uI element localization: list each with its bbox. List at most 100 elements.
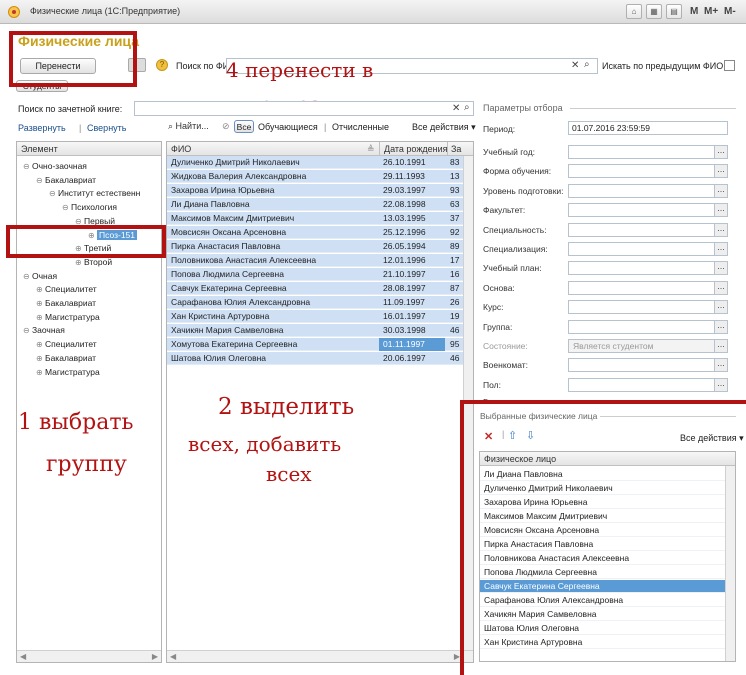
choose-icon[interactable]: … [714,243,727,255]
choose-icon[interactable]: … [714,378,727,391]
middle-all-actions-menu[interactable]: Все действия ▾ [412,122,476,133]
tree-node[interactable]: ⊕ Бакалавриат [17,297,161,310]
tree-expand-icon[interactable]: ⊕ [36,338,45,351]
expand-link[interactable]: Развернуть [18,123,66,133]
table-row[interactable]: Ли Диана Павловна 22.08.1998 63 [167,198,465,211]
table-row[interactable]: Хан Кристина Артуровна 16.01.1997 19 [167,310,465,323]
record-clear-icon[interactable]: ✕ [452,103,460,114]
cell-fio: Хачикян Мария Самвеловна [171,325,284,335]
choose-icon[interactable]: … [714,146,727,158]
filter-studying-button[interactable]: Обучающиеся [258,122,318,132]
table-row[interactable]: Савчук Екатерина Сергеевна 28.08.1997 87 [167,282,465,295]
param-input[interactable]: … [568,358,728,373]
choose-icon[interactable]: … [714,340,727,352]
table-row[interactable]: Максимов Максим Дмитриевич 13.03.1995 37 [167,212,465,225]
tree-expand-icon[interactable]: ⊖ [49,187,58,200]
table-row[interactable]: Шатова Юлия Олеговна 20.06.1997 46 [167,352,465,365]
choose-icon[interactable]: … [714,184,727,197]
param-input[interactable]: … [568,300,728,315]
sort-icon[interactable]: ≜ [367,142,375,156]
choose-icon[interactable]: … [714,165,727,178]
memory-button[interactable]: M [690,6,698,17]
tree-node[interactable]: ⊕ Специалитет [17,338,161,351]
find-button[interactable]: ⌕ Найти... [168,121,209,132]
table-row[interactable]: Хачикян Мария Самвеловна 30.03.1998 46 [167,324,465,337]
tree-node[interactable]: ⊕ Магистратура [17,366,161,379]
memory-plus-button[interactable]: M+ [704,6,718,17]
cell-fio: Попова Людмила Сергеевна [171,269,284,279]
param-input[interactable]: … [568,222,728,237]
calendar-icon[interactable]: ▤ [666,4,682,19]
tree-node[interactable]: ⊖ Психология [17,201,161,214]
choose-icon[interactable]: … [714,281,727,294]
tree-expand-icon[interactable]: ⊕ [36,352,45,365]
column-extra[interactable]: За [447,142,461,156]
param-input[interactable]: … [568,280,728,295]
tree-scrollbar[interactable]: ◀ ▶ [17,650,161,662]
tree-node[interactable]: ⊖ Очная [17,270,161,283]
column-fio[interactable]: ФИО [171,142,191,156]
list-scrollbar[interactable]: ◀ ▶ [167,650,473,662]
tree-expand-icon[interactable]: ⊕ [36,297,45,310]
tree-node[interactable]: ⊕ Специалитет [17,283,161,296]
table-row[interactable]: Дуличенко Дмитрий Николаевич 26.10.1991 83 [167,156,465,169]
tree-expand-icon[interactable]: ⊖ [23,324,32,337]
memory-minus-button[interactable]: M- [724,6,736,17]
tree-expand-icon[interactable]: ⊕ [36,366,45,379]
record-search-icon[interactable]: ⌕ [464,102,470,113]
search-icon[interactable]: ⌕ [584,59,590,70]
param-input[interactable]: … [568,145,728,159]
param-input[interactable]: Является студентом … [568,339,728,353]
window-titlebar: Физические лица (1С:Предприятие) ⌂ ▦ ▤ M… [0,0,746,24]
param-input[interactable]: … [568,164,728,179]
filter-all-button[interactable]: Все [234,120,254,133]
table-row[interactable]: Сарафанова Юлия Александровна 11.09.1997 2… [167,296,465,309]
help-icon[interactable]: ? [156,59,168,71]
param-input[interactable]: … [568,377,728,392]
param-input[interactable]: … [568,183,728,198]
tree-expand-icon[interactable]: ⊖ [23,160,32,173]
period-input[interactable]: 01.07.2016 23:59:59 [568,121,728,135]
home-icon[interactable]: ⌂ [626,4,642,19]
tree-node[interactable]: ⊕ Бакалавриат [17,352,161,365]
table-row[interactable]: Попова Людмила Сергеевна 21.10.1997 16 [167,268,465,281]
choose-icon[interactable]: … [714,301,727,314]
calculator-icon[interactable]: ▦ [646,4,662,19]
tree-node[interactable]: ⊖ Заочная [17,324,161,337]
tree-expand-icon[interactable]: ⊖ [62,201,71,214]
choose-icon[interactable]: … [714,223,727,236]
table-row[interactable]: Захарова Ирина Юрьевна 29.03.1997 93 [167,184,465,197]
param-input[interactable]: … [568,203,728,218]
state-value: Является студентом [573,341,654,351]
param-input[interactable]: … [568,261,728,276]
choose-icon[interactable]: … [714,320,727,333]
cancel-find-icon[interactable]: ⊘ [222,121,230,132]
tree-expand-icon[interactable]: ⊕ [36,283,45,296]
tree-column-header[interactable]: Элемент [17,142,161,156]
tree-node[interactable]: ⊖ Институт естественн [17,187,161,200]
table-row[interactable]: Мовсисян Оксана Арсеновна 25.12.1996 92 [167,226,465,239]
search-prev-checkbox[interactable] [724,60,735,71]
cell-birth-date: 26.10.1991 [383,157,426,167]
choose-icon[interactable]: … [714,359,727,372]
table-row[interactable]: Половникова Анастасия Алексеевна 12.01.19… [167,254,465,267]
tree-expand-icon[interactable]: ⊕ [36,311,45,324]
choose-icon[interactable]: … [714,262,727,275]
choose-icon[interactable]: … [714,204,727,217]
table-row[interactable]: Хомутова Екатерина Сергеевна 01.11.1997 95 [167,338,465,351]
table-row[interactable]: Пирка Анастасия Павловна 26.05.1994 89 [167,240,465,253]
clear-icon[interactable]: ✕ [571,60,579,71]
tree-node[interactable]: ⊖ Очно-заочная [17,160,161,173]
param-input[interactable]: … [568,242,728,256]
filter-expelled-button[interactable]: Отчисленные [332,122,389,132]
table-row[interactable]: Жидкова Валерия Александровна 29.11.1993 1… [167,170,465,183]
column-birth-date[interactable]: Дата рождения [379,142,448,156]
collapse-link[interactable]: Свернуть [87,123,126,133]
cell-extra: 83 [450,157,460,167]
tree-expand-icon[interactable]: ⊖ [23,270,32,283]
param-input[interactable]: … [568,319,728,334]
tree-node[interactable]: ⊕ Магистратура [17,311,161,324]
tree-node[interactable]: ⊖ Бакалавриат [17,174,161,187]
tree-expand-icon[interactable]: ⊖ [36,174,45,187]
record-search-input[interactable] [134,101,474,116]
